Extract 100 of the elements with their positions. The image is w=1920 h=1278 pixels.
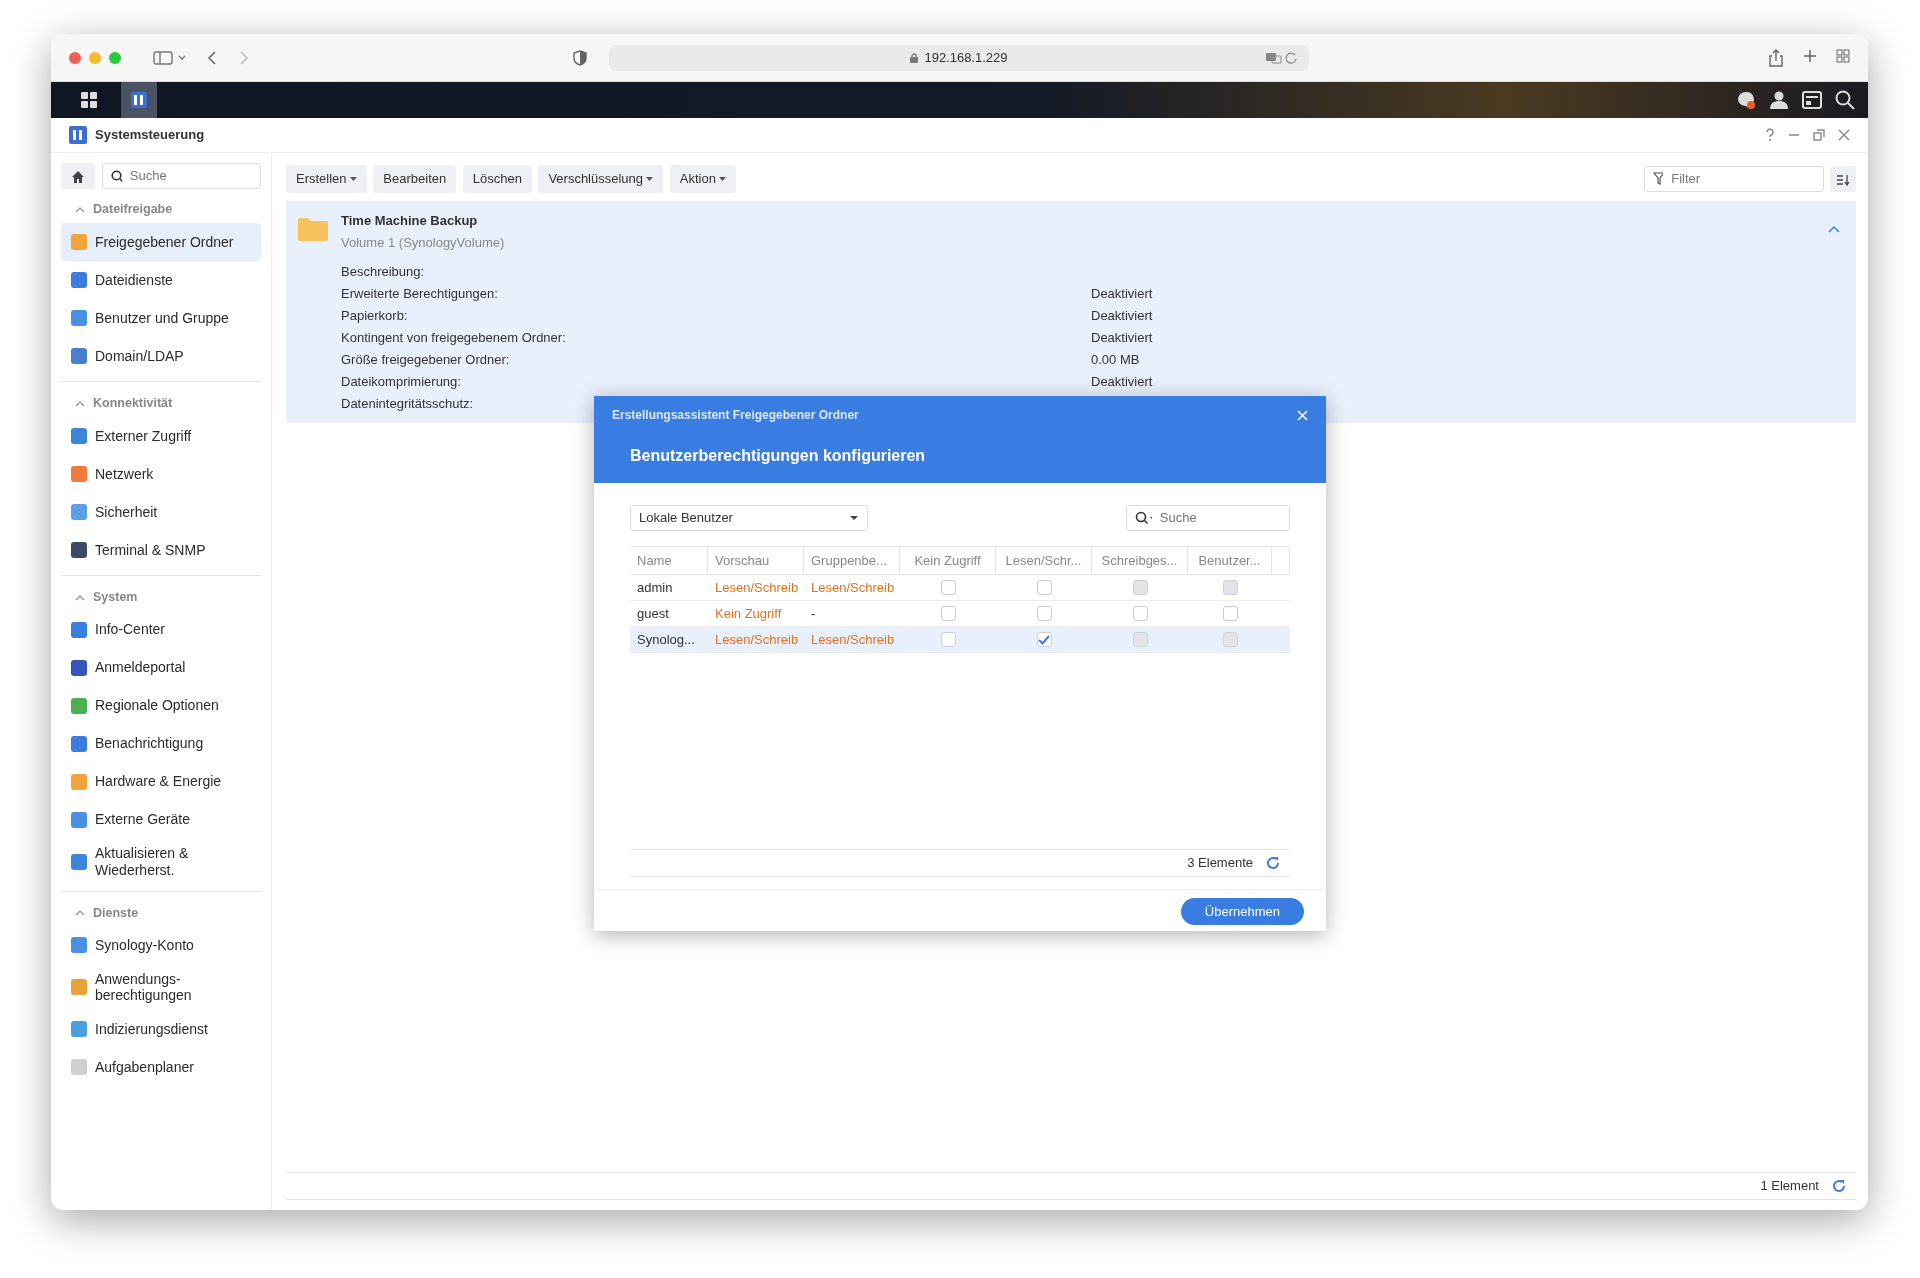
sidebar-item[interactable]: Regionale Optionen (61, 686, 261, 725)
caret-icon (719, 176, 727, 181)
sidebar-item[interactable]: Synology-Konto (61, 926, 261, 965)
chat-icon[interactable] (1736, 90, 1756, 110)
dropdown-button[interactable]: Aktion (669, 165, 737, 193)
column-header[interactable]: Lesen/Schr... (996, 547, 1092, 574)
toolbar-button[interactable]: Löschen (462, 165, 532, 193)
property-label: Kontingent von freigegebenem Ordner: (341, 328, 567, 347)
sidebar-item[interactable]: Domain/LDAP (61, 337, 261, 375)
section-title: System (93, 588, 138, 606)
tile-icon (71, 310, 87, 326)
column-header[interactable]: Vorschau (708, 547, 804, 574)
checkbox[interactable] (940, 580, 956, 595)
checkbox[interactable] (1222, 606, 1238, 621)
close-dot[interactable] (69, 51, 81, 64)
column-header[interactable]: Gruppenbe... (804, 547, 900, 574)
tabs-grid-icon[interactable] (1836, 48, 1850, 63)
user-type-dropdown[interactable]: Lokale Benutzer (630, 505, 868, 531)
sidebar-item[interactable]: Benachrichtigung (61, 724, 261, 763)
sidebar-item[interactable]: Hardware & Energie (61, 762, 261, 801)
refresh-icon[interactable] (1266, 855, 1280, 870)
sidebar-item[interactable]: Anwendungs-berechtigungen (61, 964, 261, 1011)
table-row[interactable]: admin Lesen/Schreib Lesen/Schreib (630, 575, 1290, 601)
dropdown-button[interactable]: Erstellen (286, 165, 367, 193)
column-header[interactable]: Benutzer... (1188, 547, 1272, 574)
address-bar[interactable]: 192.168.1.229 (609, 44, 1309, 71)
minimize-dot[interactable] (89, 51, 101, 64)
collapse-icon[interactable] (75, 206, 85, 214)
checkbox[interactable] (1036, 606, 1052, 621)
filter-field[interactable]: Filter (1669, 168, 1815, 190)
search-box[interactable]: Suche (101, 163, 261, 189)
tile-icon (71, 621, 87, 638)
search-icon (110, 169, 122, 183)
translate-reload-icon[interactable] (1265, 50, 1299, 65)
close-icon[interactable] (1838, 129, 1850, 141)
property-label: Papierkorb: (341, 306, 409, 325)
tile-icon (71, 465, 87, 482)
sidebar-item[interactable]: Externe Geräte (61, 800, 261, 839)
help-icon[interactable] (1765, 128, 1775, 142)
tile-icon (71, 503, 87, 520)
property-label: Größe freigegebener Ordner: (341, 350, 511, 369)
caret-icon (646, 176, 654, 181)
zoom-dot[interactable] (109, 51, 121, 64)
sidebar-item[interactable]: Benutzer und Gruppe (61, 299, 261, 337)
back-icon[interactable] (207, 49, 217, 66)
table-row[interactable]: Synolog... Lesen/Schreib Lesen/Schreib (630, 627, 1290, 653)
collapse-icon[interactable] (75, 399, 85, 407)
sidebar-item[interactable]: Aktualisieren & Wiederherst. (61, 838, 261, 885)
apply-button[interactable]: Übernehmen (1180, 897, 1304, 925)
sidebar-icon[interactable] (153, 49, 187, 66)
collapse-icon[interactable] (75, 909, 85, 917)
column-header[interactable]: Name (630, 547, 708, 574)
dropdown-button[interactable]: Verschlüsselung (538, 165, 664, 193)
checkbox[interactable] (940, 632, 956, 647)
sidebar-item[interactable]: Info-Center (61, 610, 261, 649)
search-field[interactable]: Suche (1157, 507, 1281, 529)
section-title: Dateifreigabe (93, 201, 173, 219)
tile-icon (71, 659, 87, 676)
search-icon[interactable] (1835, 90, 1855, 110)
group-permission: Lesen/Schreib (810, 630, 896, 649)
collapse-icon[interactable] (75, 593, 85, 601)
restore-icon[interactable] (1813, 129, 1825, 141)
toolbar-button[interactable]: Bearbeiten (373, 165, 457, 193)
lock-icon (910, 52, 919, 63)
tile-icon (71, 1059, 87, 1076)
sidebar-item[interactable]: Externer Zugriff (61, 416, 261, 455)
checkbox[interactable] (1036, 580, 1052, 595)
sidebar-item[interactable]: Anmeldeportal (61, 648, 261, 687)
column-header[interactable]: Schreibges... (1092, 547, 1188, 574)
caret-icon (349, 176, 357, 181)
folder-icon (298, 216, 328, 241)
home-button[interactable] (61, 163, 95, 189)
checkbox[interactable] (940, 606, 956, 621)
sidebar-item[interactable]: Netzwerk (61, 454, 261, 493)
search-field[interactable]: Suche (127, 165, 252, 187)
widgets-icon[interactable] (1802, 91, 1822, 109)
refresh-icon[interactable] (1832, 1179, 1846, 1193)
sidebar-item[interactable]: Indizierungsdienst (61, 1010, 261, 1049)
item-count: 1 Element (1760, 1177, 1819, 1196)
sidebar-item[interactable]: Aufgabenplaner (61, 1048, 261, 1087)
user-icon[interactable] (1769, 90, 1789, 110)
search-box[interactable]: Suche (1126, 505, 1290, 531)
main-menu-icon[interactable] (81, 92, 97, 108)
sort-button[interactable] (1830, 165, 1856, 192)
sidebar-item[interactable]: Sicherheit (61, 492, 261, 531)
forward-icon[interactable] (239, 49, 249, 66)
plus-icon[interactable] (1802, 48, 1817, 63)
checkbox[interactable] (1132, 606, 1148, 621)
sidebar-item[interactable]: Dateidienste (61, 261, 261, 299)
tile-icon (71, 234, 87, 250)
share-icon[interactable] (1769, 48, 1783, 67)
column-header[interactable]: Kein Zugriff (900, 547, 996, 574)
sidebar-item[interactable]: Freigegebener Ordner (61, 223, 261, 261)
sidebar-item[interactable]: Terminal & SNMP (61, 530, 261, 569)
collapse-icon[interactable] (1828, 224, 1840, 233)
item-count: 3 Elemente (1187, 853, 1253, 872)
control-panel-taskbar-icon[interactable] (121, 82, 157, 118)
filter-box[interactable]: Filter (1643, 165, 1824, 192)
folder-detail-panel[interactable] (286, 200, 1856, 423)
checkbox[interactable] (1036, 632, 1052, 647)
